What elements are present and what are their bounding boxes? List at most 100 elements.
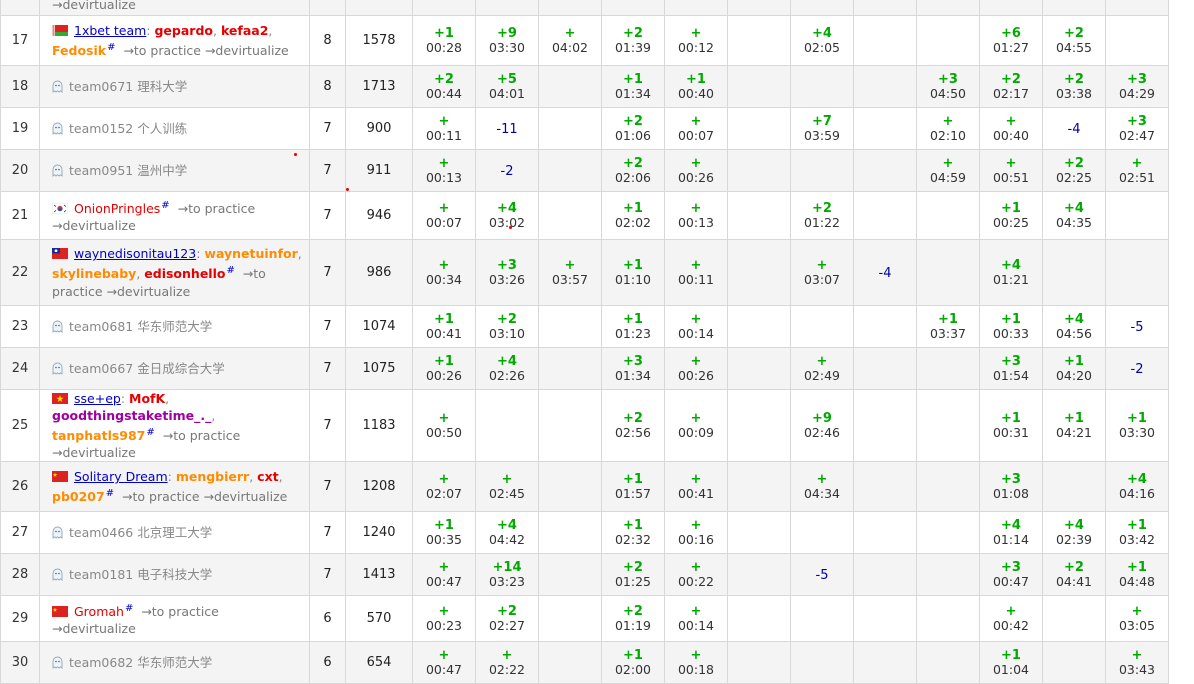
member-handle[interactable]: pb0207 [52, 489, 105, 504]
problem-cell[interactable] [475, 388, 539, 463]
problem-cell[interactable]: +2 02:56 [601, 388, 665, 463]
problem-cell[interactable] [853, 15, 917, 66]
problem-cell[interactable]: +00:22 [664, 553, 728, 597]
problem-cell[interactable]: +5 04:01 [475, 65, 539, 108]
member-handle[interactable]: Fedosik [52, 43, 106, 58]
problem-cell[interactable]: +00:16 [664, 511, 728, 555]
problem-cell[interactable] [790, 305, 854, 348]
member-handle[interactable]: goodthingstaketime_._ [52, 408, 211, 423]
problem-cell[interactable]: +00:47 [412, 641, 476, 684]
problem-cell[interactable]: +02:49 [790, 347, 854, 390]
problem-cell[interactable]: +00:09 [664, 388, 728, 463]
problem-cell[interactable] [727, 191, 791, 240]
problem-cell[interactable] [538, 641, 602, 684]
hash-link[interactable]: # [107, 42, 115, 53]
problem-cell[interactable] [853, 641, 917, 684]
problem-cell[interactable]: +2 03:38 [1042, 65, 1106, 108]
problem-cell[interactable]: +2 04:41 [1042, 553, 1106, 597]
problem-cell[interactable]: +02:45 [475, 461, 539, 513]
problem-cell[interactable]: -5 [790, 553, 854, 597]
problem-cell[interactable] [916, 641, 980, 684]
problem-cell[interactable] [1105, 15, 1169, 66]
problem-cell[interactable]: -2 [475, 149, 539, 192]
problem-cell[interactable]: +1 04:48 [1105, 553, 1169, 597]
devirtualize-link[interactable]: →devirtualize [52, 0, 136, 12]
problem-cell[interactable]: +03:07 [790, 239, 854, 306]
problem-cell[interactable] [853, 65, 917, 108]
problem-cell[interactable]: +1 01:57 [601, 461, 665, 513]
problem-cell[interactable] [790, 65, 854, 108]
member-handle[interactable]: waynetuinfor [204, 246, 297, 261]
problem-cell[interactable] [790, 641, 854, 684]
hash-link[interactable]: # [146, 427, 154, 438]
problem-cell[interactable]: +2 02:17 [979, 65, 1043, 108]
problem-cell[interactable]: +3 01:54 [979, 347, 1043, 390]
problem-cell[interactable]: +02:07 [412, 461, 476, 513]
problem-cell[interactable] [853, 595, 917, 643]
problem-cell[interactable] [538, 305, 602, 348]
problem-cell[interactable]: +2 04:55 [1042, 15, 1106, 66]
problem-cell[interactable] [916, 191, 980, 240]
problem-cell[interactable]: +04:34 [790, 461, 854, 513]
problem-cell[interactable]: +4 01:21 [979, 239, 1043, 306]
problem-cell[interactable] [916, 595, 980, 643]
member-handle[interactable]: mengbierr [176, 469, 249, 484]
problem-cell[interactable] [538, 107, 602, 150]
problem-cell[interactable]: +02:51 [1105, 149, 1169, 192]
problem-cell[interactable] [727, 553, 791, 597]
problem-cell[interactable] [916, 461, 980, 513]
problem-cell[interactable]: -4 [853, 239, 917, 306]
problem-cell[interactable]: -5 [1105, 305, 1169, 348]
problem-cell[interactable]: +4 02:39 [1042, 511, 1106, 555]
team-link[interactable]: Solitary Dream [74, 469, 168, 484]
member-handle[interactable]: kefaa2 [221, 23, 268, 38]
problem-cell[interactable]: +4 04:35 [1042, 191, 1106, 240]
problem-cell[interactable]: +1 01:23 [601, 305, 665, 348]
problem-cell[interactable]: +00:07 [412, 191, 476, 240]
problem-cell[interactable] [1042, 595, 1106, 643]
problem-cell[interactable]: +1 03:30 [1105, 388, 1169, 463]
problem-cell[interactable]: +2 02:27 [475, 595, 539, 643]
team-link[interactable]: Gromah [74, 604, 124, 619]
problem-cell[interactable]: +00:23 [412, 595, 476, 643]
problem-cell[interactable]: +6 01:27 [979, 15, 1043, 66]
problem-cell[interactable]: +1 03:42 [1105, 511, 1169, 555]
problem-cell[interactable]: +1 02:32 [601, 511, 665, 555]
team-link[interactable]: sse+ep [74, 391, 121, 406]
problem-cell[interactable] [916, 553, 980, 597]
member-handle[interactable]: edisonhello [144, 267, 225, 282]
problem-cell[interactable] [727, 239, 791, 306]
problem-cell[interactable] [538, 461, 602, 513]
problem-cell[interactable]: +4 04:42 [475, 511, 539, 555]
problem-cell[interactable] [1105, 191, 1169, 240]
problem-cell[interactable]: +00:18 [664, 641, 728, 684]
problem-cell[interactable]: +1 02:00 [601, 641, 665, 684]
problem-cell[interactable] [538, 388, 602, 463]
problem-cell[interactable] [853, 305, 917, 348]
problem-cell[interactable] [1105, 239, 1169, 306]
problem-cell[interactable] [1042, 461, 1106, 513]
hash-link[interactable]: # [125, 603, 133, 614]
problem-cell[interactable]: +1 00:25 [979, 191, 1043, 240]
problem-cell[interactable]: +1 00:41 [412, 305, 476, 348]
problem-cell[interactable]: +00:50 [412, 388, 476, 463]
team-link[interactable]: waynedisonitau123 [74, 246, 196, 261]
practice-links[interactable]: →to practice →devirtualize [122, 489, 287, 504]
problem-cell[interactable] [538, 65, 602, 108]
problem-cell[interactable] [727, 388, 791, 463]
problem-cell[interactable]: +3 01:08 [979, 461, 1043, 513]
member-handle[interactable]: tanphatls987 [52, 428, 145, 443]
problem-cell[interactable]: +4 02:05 [790, 15, 854, 66]
member-handle[interactable]: gepardo [154, 23, 213, 38]
problem-cell[interactable] [727, 149, 791, 192]
problem-cell[interactable] [538, 511, 602, 555]
problem-cell[interactable]: +00:51 [979, 149, 1043, 192]
problem-cell[interactable] [727, 511, 791, 555]
member-handle[interactable]: skylinebaby [52, 267, 136, 282]
problem-cell[interactable] [916, 347, 980, 390]
problem-cell[interactable]: +1 00:33 [979, 305, 1043, 348]
problem-cell[interactable] [853, 553, 917, 597]
problem-cell[interactable]: +14 03:23 [475, 553, 539, 597]
hash-link[interactable]: # [161, 200, 169, 211]
problem-cell[interactable]: +9 02:46 [790, 388, 854, 463]
